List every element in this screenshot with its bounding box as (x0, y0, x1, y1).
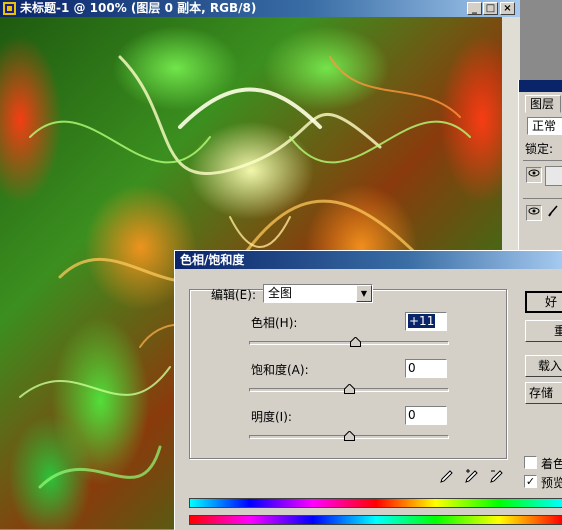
maximize-button[interactable]: □ (483, 2, 498, 15)
hue-spectrum-bar-original (189, 498, 562, 508)
saturation-slider-thumb[interactable] (343, 384, 355, 394)
colorize-label: 着色 (541, 457, 562, 471)
layer-row[interactable] (523, 198, 562, 229)
chevron-down-icon[interactable]: ▼ (356, 285, 372, 302)
document-titlebar[interactable]: 未标题-1 @ 100% (图层 0 副本, RGB/8) _ □ × (0, 0, 520, 17)
eyedropper-icon[interactable] (438, 469, 454, 485)
layer-thumbnail[interactable] (545, 166, 562, 186)
preview-label: 预览 (541, 476, 562, 490)
saturation-label: 饱和度(A): (251, 363, 309, 377)
minimize-button[interactable]: _ (467, 2, 482, 15)
reset-button[interactable]: 重 (525, 320, 562, 342)
hue-input[interactable]: +11 (405, 312, 447, 331)
blend-mode-select[interactable]: 正常 (527, 117, 562, 135)
eye-icon[interactable] (526, 205, 542, 221)
hue-slider-thumb[interactable] (349, 337, 361, 347)
eye-icon[interactable] (526, 167, 542, 183)
hue-value: +11 (408, 314, 436, 328)
close-button[interactable]: × (500, 2, 515, 15)
dialog-titlebar[interactable]: 色相/饱和度 (175, 251, 562, 269)
eyedropper-minus-icon[interactable] (488, 469, 504, 485)
layers-panel: 图层 正常 锁定: (518, 80, 562, 250)
load-button[interactable]: 载入 (525, 355, 562, 377)
edit-label: 编辑(E): (211, 288, 256, 302)
eyedropper-plus-icon[interactable] (463, 469, 479, 485)
layer-row[interactable] (523, 160, 562, 191)
save-button[interactable]: 存储 (525, 382, 562, 404)
lightness-slider-thumb[interactable] (343, 431, 355, 441)
photoshop-icon (3, 2, 16, 15)
tab-layers[interactable]: 图层 (525, 95, 561, 113)
lightness-input[interactable]: 0 (405, 406, 447, 425)
dialog-title: 色相/饱和度 (180, 253, 245, 267)
document-title: 未标题-1 @ 100% (图层 0 副本, RGB/8) (20, 1, 257, 15)
lightness-label: 明度(I): (251, 410, 292, 424)
preview-checkbox[interactable]: ✓ (524, 475, 537, 488)
edit-channel-value: 全图 (268, 286, 293, 300)
brush-icon (545, 205, 561, 221)
layers-panel-titlebar[interactable] (519, 80, 562, 92)
saturation-input[interactable]: 0 (405, 359, 447, 378)
hue-label: 色相(H): (251, 316, 298, 330)
edit-channel-select[interactable]: 全图 ▼ (263, 284, 373, 303)
hue-spectrum-bar-adjusted (189, 515, 562, 525)
colorize-checkbox[interactable] (524, 456, 537, 469)
ok-button[interactable]: 好 (525, 291, 562, 313)
hue-saturation-dialog: 色相/饱和度 编辑(E): 全图 ▼ 色相(H): +11 饱和度(A): 0 … (174, 250, 562, 530)
lock-label: 锁定: (525, 142, 554, 156)
